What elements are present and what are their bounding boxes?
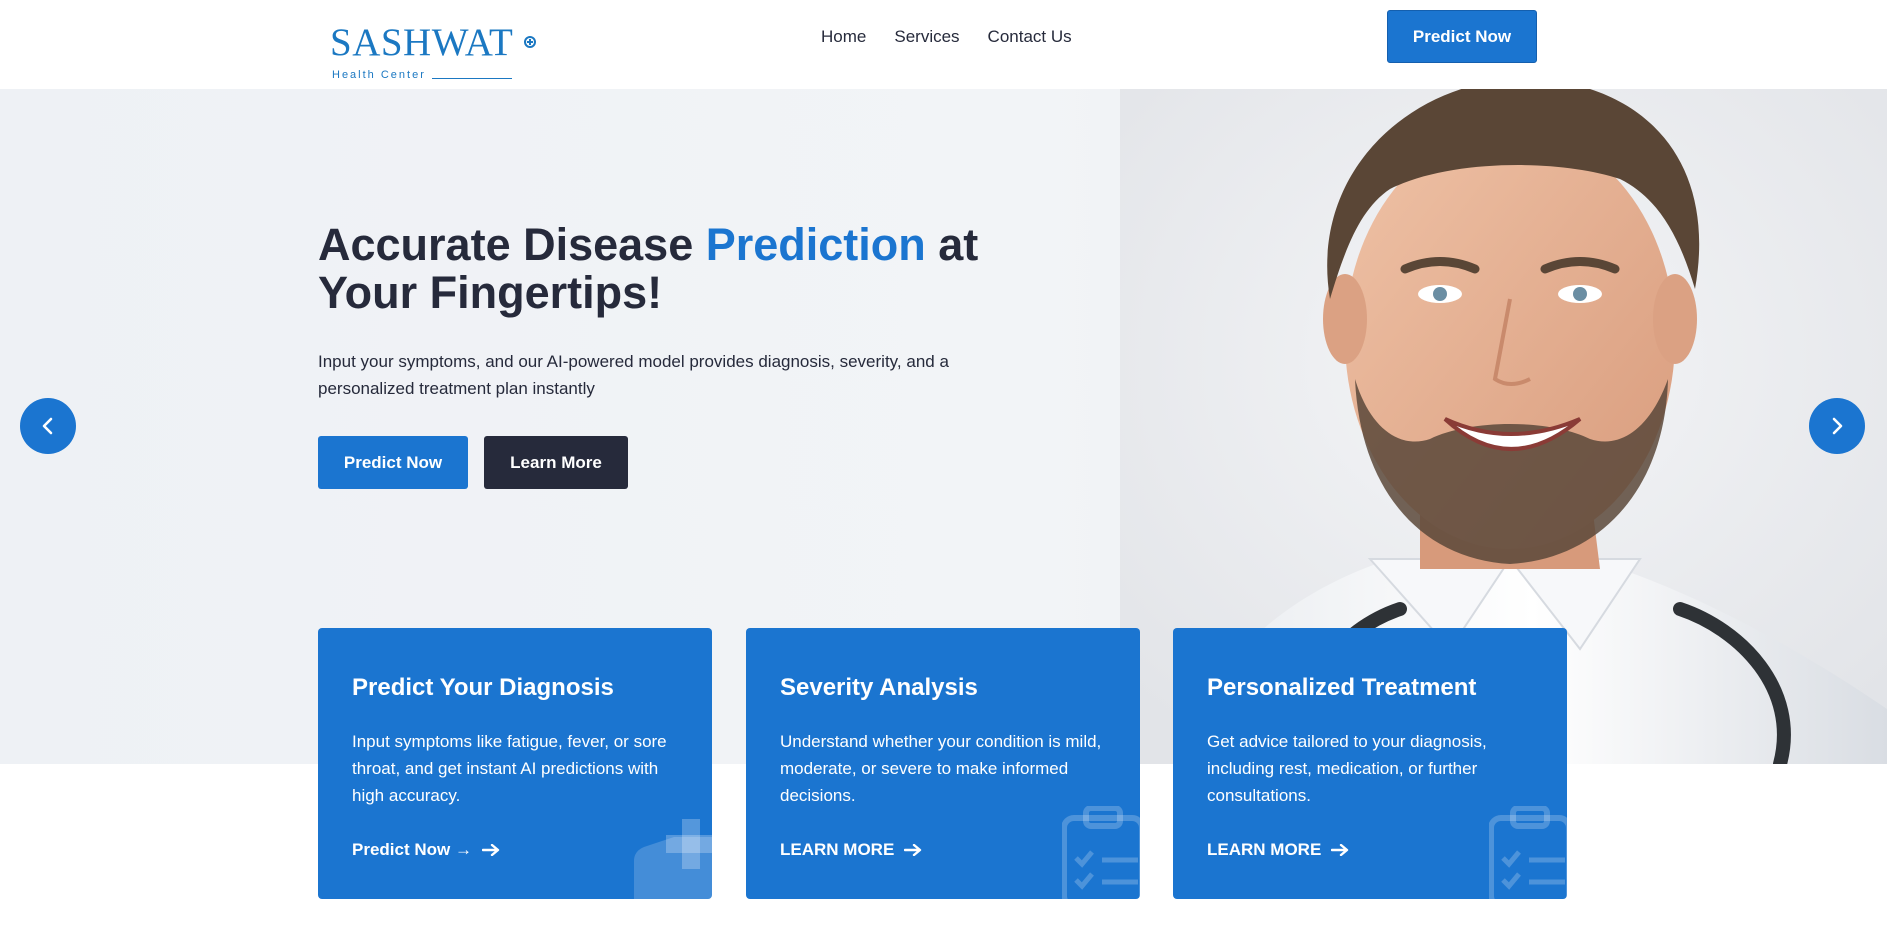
card-text: Input symptoms like fatigue, fever, or s… — [352, 732, 667, 805]
hero-predict-now-button[interactable]: Predict Now — [318, 436, 468, 489]
slider-prev-button[interactable] — [20, 398, 76, 454]
ambulance-icon — [634, 819, 712, 899]
card-title: Predict Your Diagnosis — [352, 674, 614, 701]
hero-learn-more-button[interactable]: Learn More — [484, 436, 628, 489]
logo-subtitle: Health Center — [332, 69, 426, 81]
feature-card-personalized-treatment: Personalized Treatment Get advice tailor… — [1173, 628, 1567, 899]
card-title: Personalized Treatment — [1207, 674, 1477, 701]
medical-cross-icon — [524, 36, 536, 48]
feature-card-predict-diagnosis: Predict Your Diagnosis Input symptoms li… — [318, 628, 712, 899]
hero-title: Accurate Disease Prediction at Your Fing… — [318, 221, 1038, 317]
chevron-left-icon — [42, 417, 53, 435]
slider-next-button[interactable] — [1809, 398, 1865, 454]
chevron-right-icon — [1832, 417, 1843, 435]
card-title: Severity Analysis — [780, 674, 978, 701]
arrow-right-icon — [904, 844, 922, 856]
clipboard-check-icon — [1489, 806, 1567, 899]
nav-services[interactable]: Services — [894, 27, 959, 47]
feature-card-severity-analysis: Severity Analysis Understand whether you… — [746, 628, 1140, 899]
card-link-label: LEARN MORE — [780, 840, 895, 859]
card-link-label: LEARN MORE — [1207, 840, 1322, 859]
logo-text: SASHWAT — [330, 21, 514, 64]
clipboard-check-icon — [1062, 806, 1140, 899]
card-text: Understand whether your condition is mil… — [780, 732, 1102, 805]
arrow-right-icon — [1331, 844, 1349, 856]
brand-logo[interactable]: SASHWAT Health Center — [330, 22, 540, 82]
card-learn-more-link[interactable]: LEARN MORE — [1207, 840, 1349, 860]
card-text: Get advice tailored to your diagnosis, i… — [1207, 732, 1487, 805]
arrow-right-icon — [481, 844, 500, 856]
card-link-label: Predict Now → — [352, 840, 472, 859]
card-learn-more-link[interactable]: LEARN MORE — [780, 840, 922, 860]
header-predict-now-button[interactable]: Predict Now — [1387, 10, 1537, 63]
hero-title-part1: Accurate Disease — [318, 219, 706, 270]
site-header: SASHWAT Health Center Home Services Cont… — [0, 0, 1887, 89]
hero-description: Input your symptoms, and our AI-powered … — [318, 352, 949, 398]
nav-home[interactable]: Home — [821, 27, 866, 47]
main-nav: Home Services Contact Us — [821, 27, 1072, 47]
nav-contact-us[interactable]: Contact Us — [988, 27, 1072, 47]
card-predict-now-link[interactable]: Predict Now → — [352, 840, 500, 860]
hero-title-accent: Prediction — [705, 219, 926, 270]
logo-underline — [432, 78, 512, 79]
